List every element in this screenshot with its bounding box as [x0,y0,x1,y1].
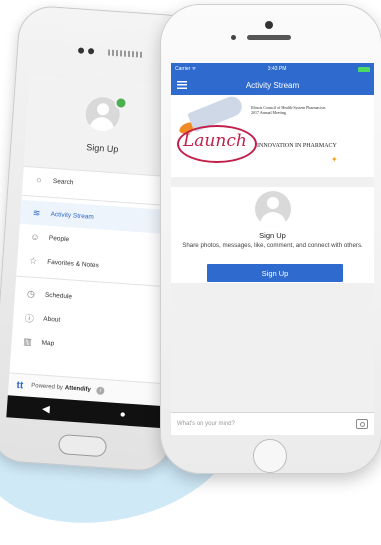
clock-label: 3:43 PM [267,66,287,72]
map-icon: ▥ [23,335,33,347]
people-icon: ☺ [30,231,40,243]
sparkle-icon: ✦ [331,155,338,164]
carrier-label: Carrier ᯤ [175,66,197,72]
powered-by-prefix: Powered by [31,382,64,392]
sensor-dots [77,47,95,55]
banner-org-line2: 2017 Annual Meeting [251,110,286,115]
hamburger-menu-icon[interactable] [177,81,187,89]
powered-by-brand: Attendify [64,385,91,394]
banner-org-text: Illinois Council of Health-System Pharma… [251,105,369,115]
front-camera [265,21,273,29]
signup-card: Sign Up Share photos, messages, like, co… [171,187,374,283]
banner-tagline: INNOVATION IN PHARMACY [257,143,337,149]
online-status-dot [114,96,128,110]
speaker-grille [107,49,145,58]
home-icon[interactable]: ● [119,409,126,420]
drawer-sign-up-label[interactable]: Sign Up [25,138,179,159]
launch-logo: Launch [177,125,257,163]
search-icon: ○ [35,174,43,186]
info-icon: ⓘ [24,312,35,324]
back-icon[interactable]: ◀ [42,403,50,415]
camera-icon[interactable] [356,419,368,429]
event-banner: Illinois Council of Health-System Pharma… [171,95,374,177]
battery-icon [357,66,370,72]
menu-item-label: People [48,234,70,243]
signup-card-title: Sign Up [259,231,286,240]
menu-item-label: Activity Stream [50,210,95,221]
menu-item-label: About [43,315,61,324]
iphone: Carrier ᯤ 3:43 PM Activity Stream Illino… [160,4,381,474]
android-home-button[interactable] [57,433,108,458]
status-bar: Carrier ᯤ 3:43 PM [171,63,374,75]
menu-item-label: Map [41,339,55,347]
menu-item-label: Favorites & Notes [47,258,100,269]
post-composer[interactable]: What's on your mind? [171,412,374,435]
sign-up-button[interactable]: Sign Up [207,264,343,282]
android-screen: Sign Up ○ Search ≋ Activity Stream ☺ People… [7,76,184,407]
info-icon[interactable]: i [96,386,106,396]
menu-item-label: Schedule [44,291,73,301]
wifi-icon: ≋ [32,207,41,218]
avatar [255,191,291,227]
iphone-home-button[interactable] [253,439,287,473]
composer-placeholder[interactable]: What's on your mind? [177,421,356,427]
drawer-menu: ○ Search ≋ Activity Stream ☺ People ☆ Favori… [11,167,178,363]
page-title: Activity Stream [245,80,300,90]
app-header: Activity Stream [171,75,374,95]
proximity-sensor [231,35,236,40]
star-icon: ☆ [28,254,38,266]
menu-item-label: Search [52,177,74,186]
earpiece-speaker [247,35,291,40]
iphone-screen: Carrier ᯤ 3:43 PM Activity Stream Illino… [171,63,374,435]
signup-card-description: Share photos, messages, like, comment, a… [182,242,363,249]
clock-icon: ◷ [26,287,36,299]
attendify-logo-icon: tt [16,379,24,391]
